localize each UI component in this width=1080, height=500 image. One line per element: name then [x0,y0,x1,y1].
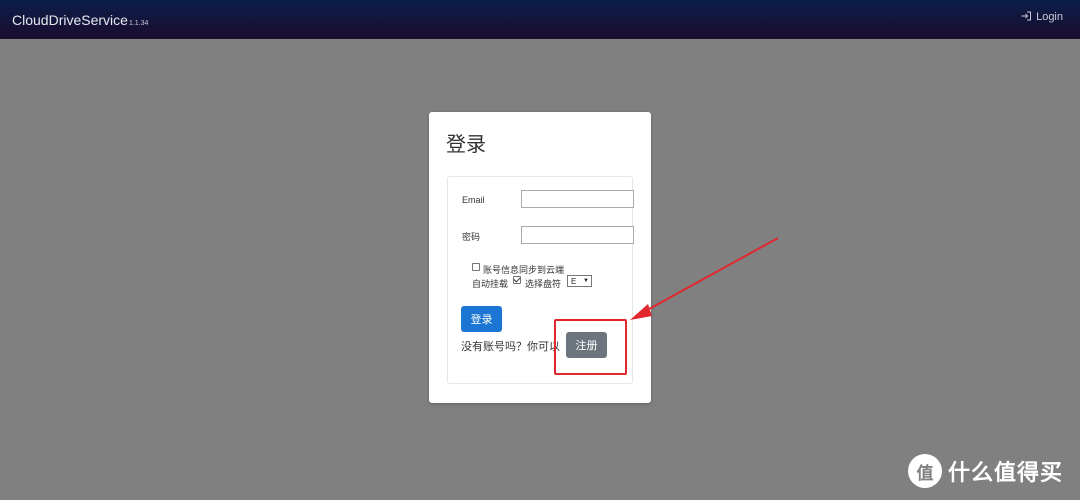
chevron-down-icon: ▼ [583,278,589,284]
annotation-highlight-box [554,319,627,375]
login-button[interactable]: 登录 [461,306,502,332]
nav-login-label: Login [1036,11,1063,23]
login-icon [1020,10,1032,25]
page-title: 登录 [446,134,486,156]
drive-letter-label: 选择盘符 [525,279,562,289]
email-label: Email [462,195,485,205]
watermark-logo-icon: 值 [908,454,942,488]
drive-letter-value: E [571,276,577,286]
sync-checkbox[interactable] [472,263,480,271]
watermark-text: 什么值得买 [948,460,1064,485]
app-brand[interactable]: CloudDriveService 1.1.34 [12,12,148,28]
automount-checkbox[interactable] [513,276,521,284]
email-field[interactable] [521,190,634,208]
nav-login-link[interactable]: Login [1020,10,1063,25]
brand-version: 1.1.34 [128,19,149,27]
brand-name: CloudDriveService [12,11,128,28]
password-label: 密码 [462,232,481,242]
register-prompt: 没有账号吗？你可以 [461,341,560,353]
sync-label: 账号信息同步到云端 [483,265,565,275]
password-field[interactable] [521,226,634,244]
watermark: 值 什么值得买 [908,454,1063,488]
drive-letter-select[interactable]: E ▼ [567,275,592,287]
automount-label: 自动挂载 [472,279,509,289]
top-navbar: CloudDriveService 1.1.34 Login [0,0,1080,39]
